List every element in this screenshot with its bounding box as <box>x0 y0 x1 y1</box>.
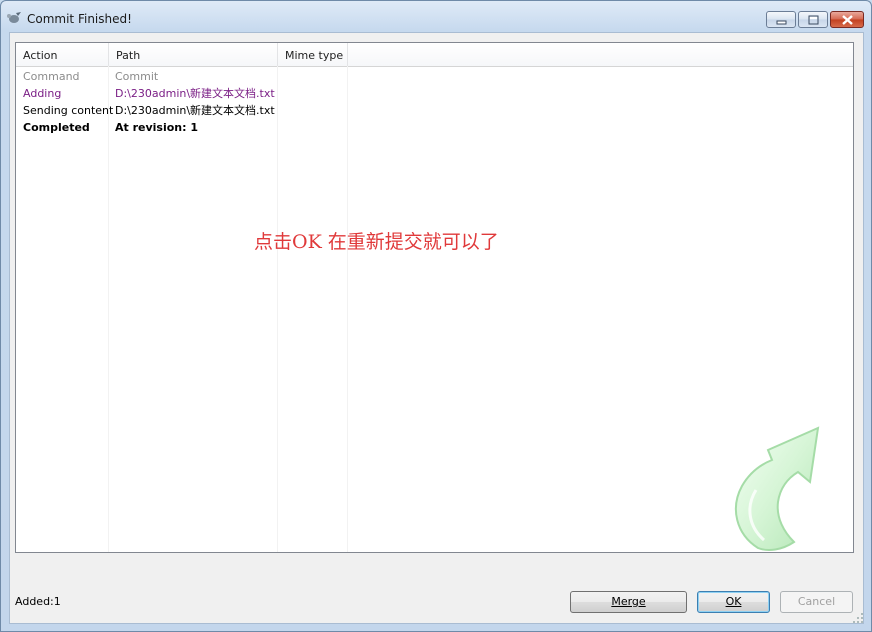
maximize-button[interactable] <box>798 11 828 28</box>
path-cell: Commit <box>115 70 159 83</box>
path-cell: D:\230admin\新建文本文档.txt <box>115 87 275 100</box>
green-curved-arrow-icon <box>734 426 820 551</box>
table-row[interactable]: Command Commit <box>16 68 853 85</box>
cancel-button-label: Cancel <box>797 595 836 608</box>
ok-button-label: OK <box>725 595 742 608</box>
action-cell: Adding <box>23 87 62 100</box>
path-cell: D:\230admin\新建文本文档.txt <box>115 104 275 117</box>
column-header-action[interactable]: Action <box>16 43 109 66</box>
close-icon <box>842 15 853 25</box>
red-annotation-text: 点击OK 在重新提交就可以了 <box>254 231 499 253</box>
column-divider <box>108 66 109 552</box>
table-row[interactable]: Completed At revision: 1 <box>16 119 853 136</box>
cancel-button[interactable]: Cancel <box>780 591 853 613</box>
path-cell: At revision: 1 <box>115 121 199 134</box>
tortoisesvn-icon <box>6 11 22 25</box>
ok-button[interactable]: OK <box>697 591 770 613</box>
column-header-path[interactable]: Path <box>109 43 278 66</box>
merge-button-label: Merge <box>611 595 646 608</box>
action-cell: Command <box>23 70 80 83</box>
maximize-icon <box>808 15 819 25</box>
status-text: Added:1 <box>15 595 61 608</box>
column-divider <box>347 66 348 552</box>
table-row[interactable]: Adding D:\230admin\新建文本文档.txt <box>16 85 853 102</box>
resize-grip-icon[interactable] <box>852 612 864 624</box>
window-title: Commit Finished! <box>27 12 132 26</box>
action-cell: Completed <box>23 121 90 134</box>
table-row[interactable]: Sending content D:\230admin\新建文本文档.txt <box>16 102 853 119</box>
column-divider <box>277 66 278 552</box>
merge-button[interactable]: Merge <box>570 591 687 613</box>
minimize-icon <box>776 20 787 25</box>
action-cell: Sending content <box>23 104 114 117</box>
minimize-button[interactable] <box>766 11 796 28</box>
close-window-button[interactable] <box>830 11 864 28</box>
column-header-mime-type[interactable]: Mime type <box>278 43 348 66</box>
list-header: Action Path Mime type <box>16 43 853 67</box>
